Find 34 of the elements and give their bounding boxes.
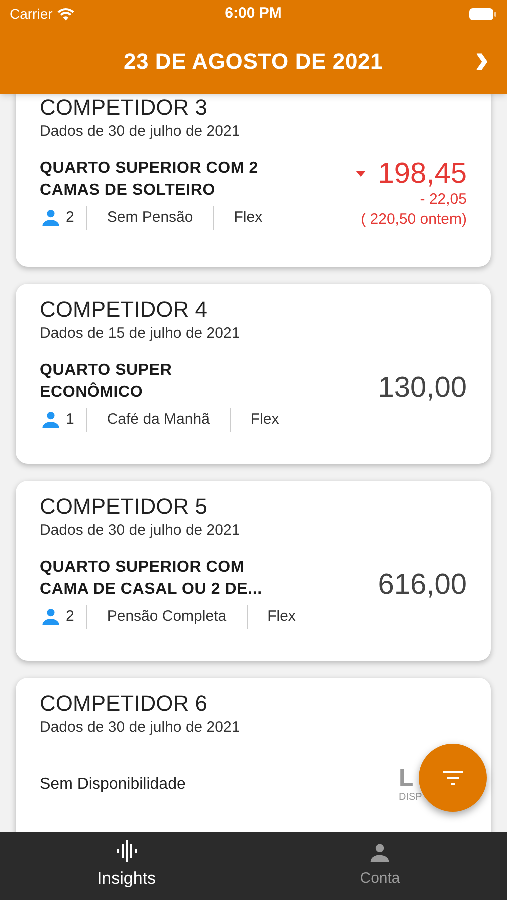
competitor-name: COMPETIDOR 5: [40, 493, 208, 521]
nav-tab[interactable]: Insights: [0, 832, 254, 900]
data-date: Dados de 30 de julho de 2021: [40, 122, 242, 142]
guest-count: 1: [66, 408, 88, 432]
next-date-button[interactable]: ›: [475, 38, 489, 80]
meal-plan: Pensão Completa: [87, 605, 248, 629]
status-badge-caption: DISP: [399, 792, 424, 804]
guest-count: 2: [66, 605, 88, 629]
competitor-name: COMPETIDOR 4: [40, 296, 208, 324]
availability-status: Sem Disponibilidade: [40, 775, 186, 795]
room-name: QUARTO SUPER ECONÔMICO: [40, 361, 174, 403]
meal-plan: Café da Manhã: [87, 408, 231, 432]
price: 198,45: [378, 158, 467, 190]
nav-tab[interactable]: Conta: [254, 832, 507, 900]
data-date: Dados de 30 de julho de 2021: [40, 521, 242, 541]
date-title: 23 DE AGOSTO DE 2021: [124, 48, 384, 76]
price-change: - 22,05: [420, 190, 467, 210]
price: 616,00: [378, 569, 467, 601]
competitor-name: COMPETIDOR 6: [40, 690, 208, 718]
guest-count: 2: [66, 206, 88, 230]
status-badge-letter: L: [399, 766, 415, 792]
price: 130,00: [378, 372, 467, 404]
competitor-name: COMPETIDOR 3: [40, 94, 208, 122]
data-date: Dados de 15 de julho de 2021: [40, 324, 242, 344]
previous-price: ( 220,50 ontem): [361, 210, 467, 230]
room-name: QUARTO SUPERIOR COM 2 CAMAS DE SOLTEIRO: [40, 159, 260, 201]
status-time: 6:00 PM: [225, 4, 282, 24]
meal-plan: Sem Pensão: [87, 206, 214, 230]
room-name: QUARTO SUPERIOR COM CAMA DE CASAL OU 2 DE...: [40, 558, 264, 600]
data-date: Dados de 30 de julho de 2021: [40, 718, 242, 738]
rate-type: Flex: [266, 607, 297, 627]
rate-type: Flex: [233, 208, 264, 228]
rate-type: Flex: [250, 410, 280, 430]
carrier-label: Carrier: [10, 4, 53, 24]
